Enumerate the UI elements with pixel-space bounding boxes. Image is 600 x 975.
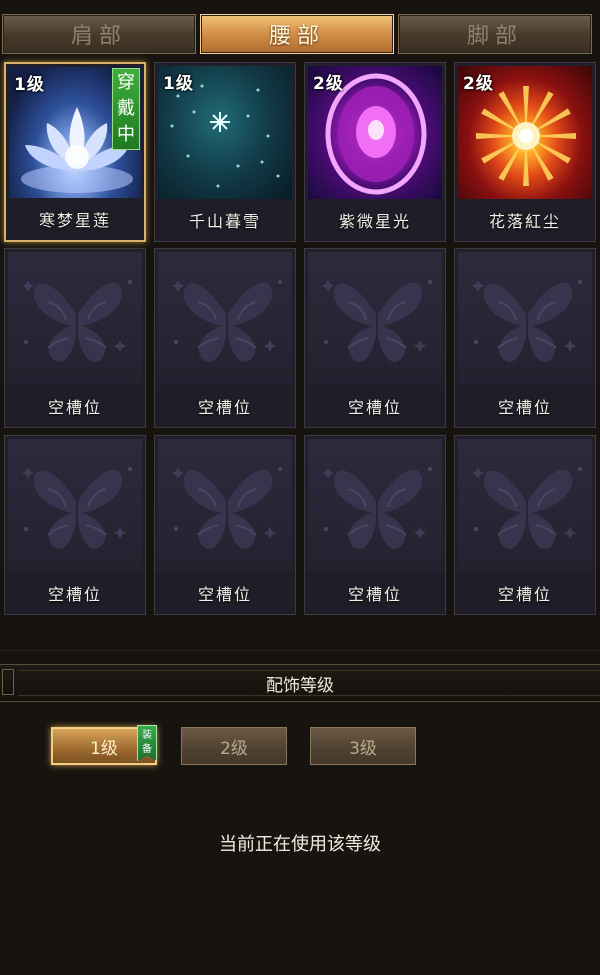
slot-art: [8, 439, 142, 575]
section-header: 配饰等级: [0, 664, 600, 702]
slot-art: [308, 252, 442, 388]
empty-slot[interactable]: 空槽位: [154, 248, 296, 428]
empty-slot[interactable]: 空槽位: [4, 248, 146, 428]
butterfly-icon: [22, 467, 132, 549]
tab-feet[interactable]: 脚部: [398, 14, 592, 54]
empty-slot[interactable]: 空槽位: [454, 248, 596, 428]
slot-art: [458, 439, 592, 575]
slot-name: 花落紅尘: [455, 199, 595, 241]
empty-slot[interactable]: 空槽位: [304, 435, 446, 615]
butterfly-icon: [22, 280, 132, 362]
butterfly-icon: [472, 467, 582, 549]
equipped-tag: 装备: [137, 725, 157, 761]
tab-shoulder[interactable]: 肩部: [2, 14, 196, 54]
wearing-badge: 穿戴中: [112, 68, 140, 150]
butterfly-icon: [172, 467, 282, 549]
empty-slot[interactable]: 空槽位: [4, 435, 146, 615]
accessory-slot-tabs: 肩部 腰部 脚部: [0, 14, 600, 56]
slot-level: 2级: [463, 74, 494, 94]
slot-name: 千山暮雪: [155, 199, 295, 241]
slot-name: 空槽位: [5, 385, 145, 427]
slot-name: 空槽位: [305, 385, 445, 427]
slot-level: 2级: [313, 74, 344, 94]
slot-art: [8, 252, 142, 388]
accessory-slot[interactable]: 2级紫微星光: [304, 62, 446, 242]
empty-slot[interactable]: 空槽位: [304, 248, 446, 428]
empty-slot[interactable]: 空槽位: [454, 435, 596, 615]
accessory-slot[interactable]: 1级千山暮雪: [154, 62, 296, 242]
section-title: 配饰等级: [266, 675, 334, 696]
slot-art: [158, 252, 292, 388]
slot-art: [458, 252, 592, 388]
level-button-3[interactable]: 3级: [310, 727, 416, 765]
slot-name: 空槽位: [155, 385, 295, 427]
slot-name: 寒梦星莲: [6, 198, 144, 240]
slot-name: 空槽位: [5, 572, 145, 614]
butterfly-icon: [172, 280, 282, 362]
slot-level: 1级: [14, 75, 45, 95]
accessory-slot[interactable]: 2级花落紅尘: [454, 62, 596, 242]
slot-art: [158, 439, 292, 575]
butterfly-icon: [322, 467, 432, 549]
butterfly-icon: [472, 280, 582, 362]
slot-name: 空槽位: [155, 572, 295, 614]
status-text: 当前正在使用该等级: [219, 834, 381, 855]
butterfly-icon: [322, 280, 432, 362]
divider: [0, 650, 600, 651]
slot-name: 空槽位: [305, 572, 445, 614]
slot-level: 1级: [163, 74, 194, 94]
slot-name: 空槽位: [455, 385, 595, 427]
accessory-slot[interactable]: 1级 穿戴中寒梦星莲: [4, 62, 146, 242]
tab-waist[interactable]: 腰部: [200, 14, 394, 54]
empty-slot[interactable]: 空槽位: [154, 435, 296, 615]
slot-name: 空槽位: [455, 572, 595, 614]
slot-name: 紫微星光: [305, 199, 445, 241]
slot-art: [308, 439, 442, 575]
level-button-2[interactable]: 2级: [181, 727, 287, 765]
